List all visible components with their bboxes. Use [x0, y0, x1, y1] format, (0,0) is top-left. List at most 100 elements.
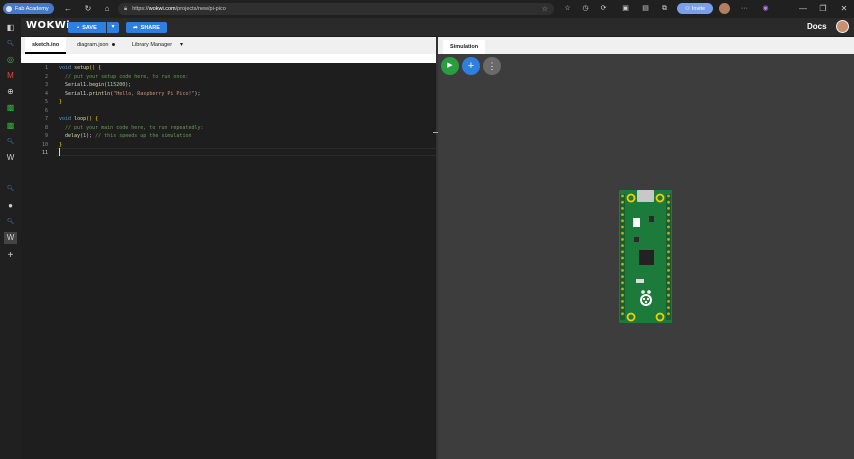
pin-hole[interactable] [667, 213, 670, 216]
code-line: 4 Serial1.println("Hello, Raspberry Pi P… [44, 90, 201, 97]
text-cursor [59, 148, 60, 156]
pin-hole[interactable] [667, 262, 670, 266]
copilot-icon[interactable]: ◉ [760, 3, 771, 15]
pin-hole[interactable] [621, 281, 624, 285]
pin-hole[interactable] [621, 231, 624, 235]
pin-hole[interactable] [667, 238, 670, 241]
back-icon[interactable]: ← [62, 3, 74, 15]
play-simulation-button[interactable]: ▶ [441, 57, 459, 75]
code-line: 6 [44, 107, 48, 114]
code-line: 8 // put your main code here, to run rep… [44, 124, 204, 131]
save-dropdown-button[interactable]: ▾ [107, 22, 119, 33]
pin-hole[interactable] [621, 306, 624, 309]
add-part-button[interactable]: + [462, 57, 480, 75]
sidebar-search-icon-4[interactable]: 🔍︎ [4, 216, 17, 228]
pin-hole[interactable] [667, 250, 670, 254]
tab-library-manager[interactable]: Library Manager [125, 37, 179, 54]
pin-hole[interactable] [667, 219, 670, 223]
sidebar-search-icon-2[interactable]: 🔍︎ [4, 136, 17, 148]
pin-hole[interactable] [667, 281, 670, 285]
share-icon: ➦ [133, 24, 138, 31]
history-icon[interactable]: ◷ [580, 3, 591, 15]
collections-icon[interactable]: ▣ [620, 3, 631, 15]
pin-hole[interactable] [621, 219, 624, 223]
user-avatar[interactable] [719, 3, 730, 14]
pin-hole[interactable] [621, 256, 624, 260]
docs-link[interactable]: Docs [807, 22, 827, 31]
close-button[interactable]: ✕ [837, 2, 851, 16]
pin-hole[interactable] [621, 287, 624, 291]
pin-hole[interactable] [621, 200, 624, 204]
tab-menu-dropdown-icon[interactable]: ▾ [180, 37, 183, 54]
profile-icon [6, 5, 12, 12]
sidebar-search-icon[interactable]: 🔍︎ [4, 38, 17, 50]
bootsel-button [633, 218, 640, 227]
pin-hole[interactable] [667, 256, 670, 260]
extensions-icon[interactable]: ▤ [640, 3, 651, 15]
pin-hole[interactable] [667, 287, 670, 291]
pin-hole[interactable] [667, 244, 670, 247]
pin-hole[interactable] [667, 300, 670, 303]
pin-hole[interactable] [667, 231, 670, 235]
pin-hole[interactable] [621, 269, 624, 272]
account-avatar[interactable] [836, 20, 849, 33]
pin-hole[interactable] [621, 275, 624, 278]
restore-button[interactable]: ❐ [816, 2, 830, 16]
sidebar-app-icon-2[interactable]: ▩ [4, 120, 17, 132]
save-button[interactable]: ▪ SAVE [68, 22, 106, 33]
pin-hole[interactable] [667, 194, 670, 198]
chevron-down-icon: ▾ [111, 24, 115, 30]
more-menu-icon[interactable]: ··· [739, 3, 750, 15]
rp2040-chip [639, 250, 654, 265]
minimize-button[interactable]: — [796, 2, 810, 16]
sidebar-whatsapp-icon[interactable]: ◎ [4, 54, 17, 66]
pin-hole[interactable] [621, 225, 624, 229]
sidebar-gmail-icon[interactable]: M [4, 70, 17, 82]
pin-hole[interactable] [621, 213, 624, 216]
wokwi-logo[interactable]: WOKWi [26, 20, 70, 31]
pin-hole[interactable] [621, 250, 624, 254]
refresh-icon[interactable]: ↻ [82, 3, 94, 15]
pin-hole[interactable] [667, 275, 670, 278]
pin-hole[interactable] [621, 262, 624, 266]
share-button[interactable]: ➦ SHARE [126, 22, 167, 33]
favorites-icon[interactable]: ☆ [562, 3, 573, 15]
pin-hole[interactable] [621, 194, 624, 198]
tab-simulation[interactable]: Simulation [443, 40, 486, 54]
pin-hole[interactable] [621, 293, 624, 297]
sidebar-app-icon-1[interactable]: ▩ [4, 102, 17, 114]
pin-hole[interactable] [621, 312, 624, 316]
sidebar-wikipedia-icon[interactable]: W [4, 152, 17, 164]
sidebar-tabs-icon[interactable]: ◧ [4, 22, 17, 34]
pin-hole[interactable] [667, 225, 670, 229]
pin-hole[interactable] [621, 238, 624, 241]
invite-button[interactable]: ⚇ Invite [677, 3, 713, 14]
sidebar-github-icon[interactable]: ● [4, 200, 17, 212]
profile-button[interactable]: Fab Academy [3, 3, 54, 14]
sidebar-add-icon[interactable]: + [4, 250, 17, 262]
sidebar-search-icon-3[interactable]: 🔍︎ [4, 183, 17, 195]
address-bar[interactable]: 🔒︎ https://wokwi.com/projects/new/pi-pic… [118, 3, 554, 15]
screenshot-icon[interactable]: ⧉ [659, 3, 670, 15]
sync-icon[interactable]: ⟳ [598, 3, 609, 15]
tab-diagram-json[interactable]: diagram.json [70, 37, 122, 54]
pin-hole[interactable] [621, 300, 624, 303]
lock-icon: 🔒︎ [124, 5, 128, 12]
tab-sketch-ino[interactable]: sketch.ino [25, 37, 67, 54]
pin-hole[interactable] [667, 306, 670, 309]
sidebar-wikipedia-icon-2[interactable]: W [4, 232, 17, 244]
pin-hole[interactable] [667, 293, 670, 297]
pin-hole[interactable] [667, 269, 670, 272]
pin-hole[interactable] [667, 200, 670, 204]
pin-hole[interactable] [667, 207, 670, 210]
raspberry-pi-pico-board[interactable] [619, 190, 672, 323]
pin-hole[interactable] [667, 312, 670, 316]
pin-hole[interactable] [621, 207, 624, 210]
simulation-more-button[interactable]: ⋮ [483, 57, 501, 75]
favorite-star-icon[interactable]: ☆ [542, 5, 548, 13]
save-icon: ▪ [77, 24, 80, 31]
code-editor[interactable]: 1 void setup() { 2 // put your setup code… [21, 63, 436, 459]
sidebar-globe-icon[interactable]: ⊕ [4, 86, 17, 98]
pin-hole[interactable] [621, 244, 624, 247]
home-icon[interactable]: ⌂ [101, 3, 113, 15]
